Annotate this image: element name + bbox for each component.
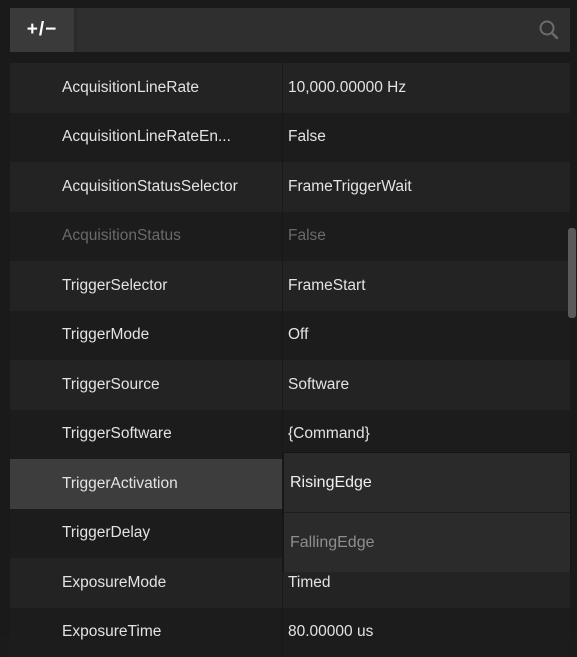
property-name: ExposureMode [10, 574, 282, 592]
property-row-trigger-mode[interactable]: TriggerMode Off [10, 311, 570, 361]
property-value[interactable]: Off [282, 326, 570, 344]
property-name: AcquisitionStatusSelector [10, 178, 282, 196]
dropdown-option-rising-edge[interactable]: RisingEdge [284, 453, 570, 513]
property-row-trigger-selector[interactable]: TriggerSelector FrameStart [10, 261, 570, 311]
scrollbar-thumb[interactable] [568, 228, 576, 318]
search-icon[interactable] [538, 19, 560, 41]
property-name: TriggerSoftware [10, 425, 282, 443]
property-row-trigger-source[interactable]: TriggerSource Software [10, 360, 570, 410]
property-name: AcquisitionStatus [10, 227, 282, 245]
property-row-acquisition-status: AcquisitionStatus False [10, 212, 570, 262]
expand-collapse-button[interactable]: +/− [10, 8, 74, 52]
property-panel: +/− AcquisitionLineRate 10,000.00000 Hz … [0, 0, 577, 636]
property-name: TriggerActivation [10, 475, 282, 493]
dropdown-option-falling-edge[interactable]: FallingEdge [284, 513, 570, 572]
property-name: TriggerMode [10, 326, 282, 344]
property-name: AcquisitionLineRateEn... [10, 128, 282, 146]
property-name: ExposureTime [10, 623, 282, 641]
property-name: TriggerSelector [10, 277, 282, 295]
property-row-acquisition-status-selector[interactable]: AcquisitionStatusSelector FrameTriggerWa… [10, 162, 570, 212]
search-input[interactable] [77, 8, 570, 52]
property-row-acquisition-line-rate[interactable]: AcquisitionLineRate 10,000.00000 Hz [10, 63, 570, 113]
property-value[interactable]: {Command} [282, 425, 570, 443]
property-name: TriggerSource [10, 376, 282, 394]
property-value[interactable]: False [282, 128, 570, 146]
property-value[interactable]: FrameTriggerWait [282, 178, 570, 196]
property-row-acquisition-line-rate-enable[interactable]: AcquisitionLineRateEn... False [10, 113, 570, 163]
property-row-exposure-time[interactable]: ExposureTime 80.00000 us [10, 608, 570, 657]
property-value[interactable]: 10,000.00000 Hz [282, 79, 570, 97]
property-value[interactable]: FrameStart [282, 277, 570, 295]
property-name: AcquisitionLineRate [10, 79, 282, 97]
property-value[interactable]: Timed [282, 574, 570, 592]
property-value[interactable]: 80.00000 us [282, 623, 570, 641]
property-name: TriggerDelay [10, 524, 282, 542]
property-value[interactable]: Software [282, 376, 570, 394]
toolbar: +/− [10, 8, 570, 52]
trigger-activation-dropdown: RisingEdge FallingEdge [283, 452, 571, 572]
property-value: False [282, 227, 570, 245]
search-box [77, 8, 570, 52]
